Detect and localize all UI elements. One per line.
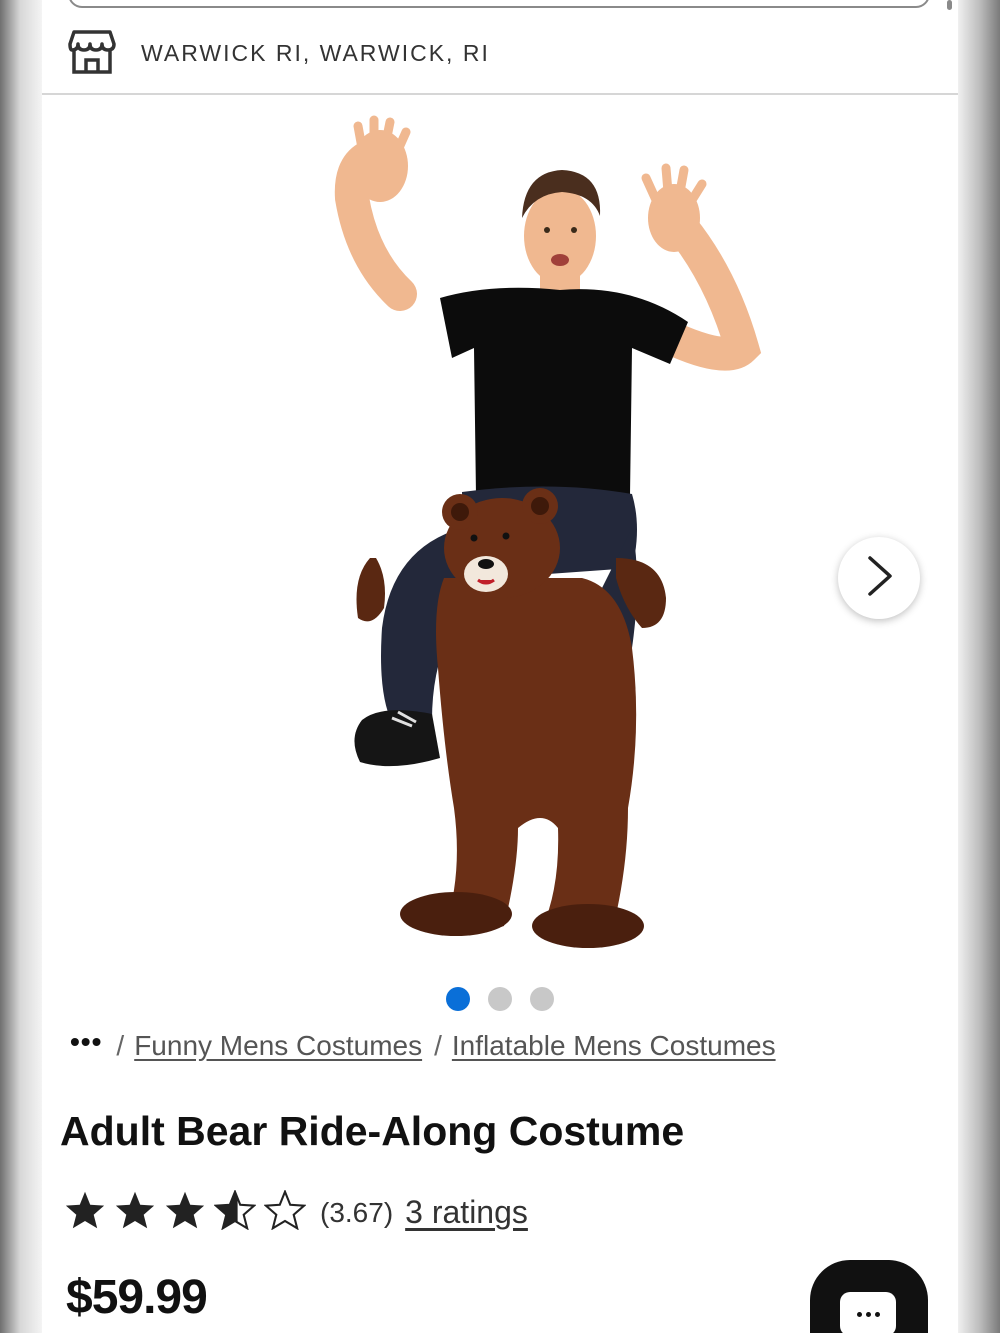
star-filled-icon xyxy=(64,1190,106,1235)
rating-value: (3.67) xyxy=(320,1196,394,1228)
product-page: WARWICK RI, WARWICK, RI ••• / Funny Mens… xyxy=(42,0,958,1333)
breadcrumb-link-inflatable-mens-costumes[interactable]: Inflatable Mens Costumes xyxy=(452,1030,776,1062)
ratings-link[interactable]: 3 ratings xyxy=(405,1194,528,1231)
product-rating: (3.67) 3 ratings xyxy=(64,1188,528,1235)
image-carousel-dots xyxy=(446,987,554,1011)
carousel-dot[interactable] xyxy=(446,987,470,1011)
star-filled-icon xyxy=(114,1190,156,1235)
store-location: WARWICK RI, WARWICK, RI xyxy=(141,40,490,66)
scrollbar-thumb[interactable] xyxy=(947,0,952,10)
store-icon xyxy=(68,26,116,76)
breadcrumb-separator: / xyxy=(434,1030,442,1061)
header-divider xyxy=(42,93,958,95)
carousel-dot[interactable] xyxy=(488,987,512,1011)
star-empty-icon xyxy=(263,1188,307,1235)
next-image-button[interactable] xyxy=(838,537,920,619)
chat-button[interactable] xyxy=(810,1260,928,1333)
search-bar[interactable] xyxy=(68,0,930,8)
breadcrumb: ••• / Funny Mens Costumes / Inflatable M… xyxy=(70,1026,776,1062)
product-image[interactable] xyxy=(162,108,862,968)
store-selector[interactable]: WARWICK RI, WARWICK, RI xyxy=(42,22,958,92)
carousel-dot[interactable] xyxy=(530,987,554,1011)
product-price: $59.99 xyxy=(66,1271,208,1324)
rating-stars xyxy=(64,1188,307,1235)
breadcrumb-link-funny-mens-costumes[interactable]: Funny Mens Costumes xyxy=(134,1030,422,1062)
product-title: Adult Bear Ride-Along Costume xyxy=(60,1108,685,1154)
star-filled-icon xyxy=(164,1190,206,1235)
star-half-icon xyxy=(213,1188,257,1235)
breadcrumb-separator: / xyxy=(116,1030,125,1061)
breadcrumb-more-button[interactable]: ••• xyxy=(70,1026,102,1058)
chevron-right-icon xyxy=(864,554,894,603)
chat-icon xyxy=(840,1292,896,1333)
